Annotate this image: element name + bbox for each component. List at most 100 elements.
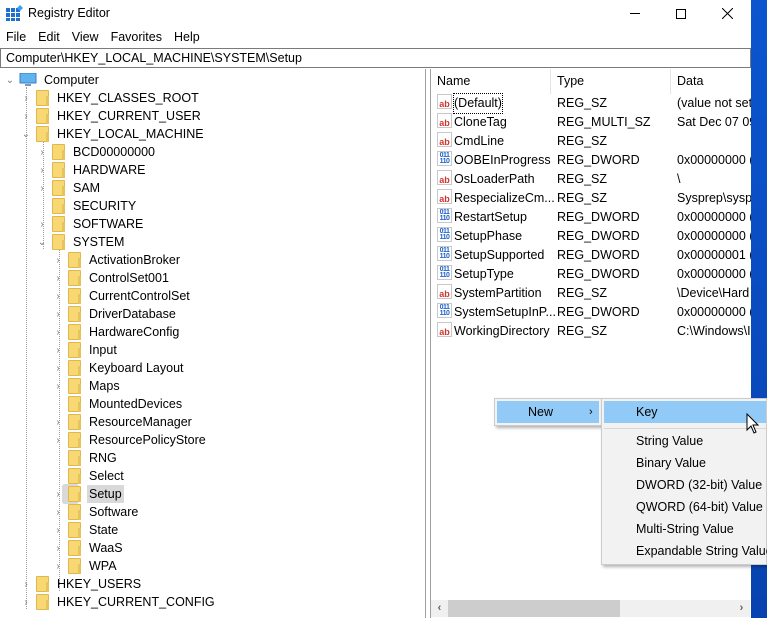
chevron-right-icon[interactable]: ›: [52, 413, 64, 431]
tree-item-maps[interactable]: › Maps: [52, 377, 122, 395]
chevron-right-icon[interactable]: ›: [20, 107, 32, 125]
chevron-right-icon[interactable]: ›: [52, 503, 64, 521]
folder-icon: [68, 360, 81, 376]
value-row[interactable]: 011 110 SystemSetupInP... REG_DWORD 0x000000…: [431, 303, 751, 322]
tree-item-hkey-users[interactable]: › HKEY_USERS: [20, 575, 143, 593]
address-bar[interactable]: Computer\HKEY_LOCAL_MACHINE\SYSTEM\Setup: [0, 48, 751, 68]
tree-item-hkey-classes-root[interactable]: › HKEY_CLASSES_ROOT: [20, 89, 201, 107]
menu-item-new[interactable]: New ›: [497, 401, 599, 423]
tree-item-mounteddevices[interactable]: MountedDevices: [52, 395, 184, 413]
scrollbar-thumb[interactable]: [448, 600, 620, 617]
tree-item-resourcemanager[interactable]: › ResourceManager: [52, 413, 194, 431]
chevron-right-icon[interactable]: ›: [36, 161, 48, 179]
tree-item-rng[interactable]: RNG: [52, 449, 119, 467]
submenu-item-multi-string-value[interactable]: Multi-String Value: [604, 518, 766, 540]
menu-file[interactable]: File: [0, 27, 32, 48]
tree-item-state[interactable]: › State: [52, 521, 120, 539]
tree-label: Select: [89, 469, 124, 483]
tree-item-waas[interactable]: › WaaS: [52, 539, 125, 557]
value-row[interactable]: ab (Default) REG_SZ (value not set): [431, 93, 751, 114]
column-header-type[interactable]: Type: [551, 69, 671, 94]
tree-item-software[interactable]: › SOFTWARE: [36, 215, 145, 233]
value-row[interactable]: 011110SetupPhase REG_DWORD 0x00000000 (0: [431, 227, 751, 246]
tree-item-sam[interactable]: › SAM: [36, 179, 102, 197]
close-button[interactable]: [704, 0, 750, 27]
chevron-right-icon[interactable]: ›: [52, 305, 64, 323]
horizontal-scrollbar[interactable]: ‹ ›: [431, 600, 750, 617]
tree-item-system[interactable]: ⌄ SYSTEM: [36, 233, 126, 251]
chevron-right-icon[interactable]: ›: [20, 575, 32, 593]
maximize-button[interactable]: [658, 0, 704, 27]
submenu-item-key[interactable]: Key: [604, 401, 766, 423]
chevron-right-icon[interactable]: ›: [52, 431, 64, 449]
tree-item-hkey-local-machine[interactable]: ⌄ HKEY_LOCAL_MACHINE: [20, 125, 206, 143]
tree-item-driverdatabase[interactable]: › DriverDatabase: [52, 305, 178, 323]
binary-value-icon: 011 110: [437, 151, 452, 166]
tree-item-activationbroker[interactable]: › ActivationBroker: [52, 251, 182, 269]
tree-label: WPA: [89, 559, 117, 573]
chevron-down-icon[interactable]: ⌄: [4, 71, 16, 89]
menu-view[interactable]: View: [66, 27, 105, 48]
value-row[interactable]: ab SystemPartition REG_SZ \Device\Hard: [431, 284, 751, 303]
chevron-right-icon[interactable]: ›: [36, 143, 48, 161]
menu-help[interactable]: Help: [168, 27, 206, 48]
column-header-name[interactable]: Name: [431, 69, 551, 94]
tree-item-setup[interactable]: › Setup: [52, 485, 124, 503]
tree-item-currentcontrolset[interactable]: › CurrentControlSet: [52, 287, 192, 305]
tree-item-input[interactable]: › Input: [52, 341, 119, 359]
submenu-item-expandable-string-value[interactable]: Expandable String Value: [604, 540, 767, 562]
chevron-right-icon[interactable]: ›: [52, 359, 64, 377]
value-row[interactable]: abCloneTag REG_MULTI_SZ Sat Dec 07 09:: [431, 113, 751, 132]
submenu-item-binary-value[interactable]: Binary Value: [604, 452, 766, 474]
chevron-right-icon[interactable]: ›: [52, 539, 64, 557]
menu-edit[interactable]: Edit: [32, 27, 66, 48]
chevron-down-icon[interactable]: ⌄: [20, 125, 32, 143]
submenu-item-string-value[interactable]: String Value: [604, 430, 766, 452]
tree-item-hkey-current-user[interactable]: › HKEY_CURRENT_USER: [20, 107, 203, 125]
chevron-right-icon[interactable]: ›: [52, 485, 64, 503]
tree-item-resourcepolicystore[interactable]: › ResourcePolicyStore: [52, 431, 208, 449]
value-row[interactable]: ab CmdLine REG_SZ: [431, 132, 751, 151]
value-name: SetupType: [454, 267, 514, 281]
value-row[interactable]: 011 110 SetupSupported REG_DWORD 0x00000001 …: [431, 246, 751, 265]
value-row[interactable]: ab WorkingDirectory REG_SZ C:\Windows\I: [431, 322, 751, 341]
chevron-right-icon[interactable]: ›: [52, 251, 64, 269]
chevron-right-icon[interactable]: ›: [52, 287, 64, 305]
chevron-right-icon[interactable]: ›: [52, 341, 64, 359]
chevron-right-icon[interactable]: ›: [20, 89, 32, 107]
chevron-down-icon[interactable]: ⌄: [36, 233, 48, 251]
tree-item-hardware[interactable]: › HARDWARE: [36, 161, 147, 179]
chevron-right-icon[interactable]: ›: [52, 557, 64, 575]
tree-item-controlset001[interactable]: › ControlSet001: [52, 269, 171, 287]
tree-item-wpa[interactable]: › WPA: [52, 557, 119, 575]
tree-item-keyboard-layout[interactable]: › Keyboard Layout: [52, 359, 186, 377]
scroll-left-icon[interactable]: ‹: [431, 600, 448, 617]
chevron-right-icon[interactable]: ›: [52, 377, 64, 395]
chevron-right-icon[interactable]: ›: [20, 593, 32, 611]
chevron-right-icon[interactable]: ›: [36, 179, 48, 197]
tree-item-select[interactable]: Select: [52, 467, 126, 485]
value-row[interactable]: ab OsLoaderPath REG_SZ \: [431, 170, 751, 189]
tree-label: ResourcePolicyStore: [89, 433, 206, 447]
chevron-right-icon[interactable]: ›: [52, 521, 64, 539]
folder-icon: [68, 306, 81, 322]
value-row[interactable]: 011 110 OOBEInProgress REG_DWORD 0x00000000 …: [431, 151, 751, 170]
chevron-right-icon[interactable]: ›: [52, 323, 64, 341]
value-row[interactable]: 011110SetupType REG_DWORD 0x00000000 (0: [431, 265, 751, 284]
tree-item-software-sub[interactable]: › Software: [52, 503, 140, 521]
scroll-right-icon[interactable]: ›: [733, 600, 750, 617]
tree-item-hkey-current-config[interactable]: › HKEY_CURRENT_CONFIG: [20, 593, 217, 611]
tree-item-computer[interactable]: ⌄ Computer: [4, 71, 101, 89]
submenu-item-dword-value[interactable]: DWORD (32-bit) Value: [604, 474, 766, 496]
tree-item-hardwareconfig[interactable]: › HardwareConfig: [52, 323, 181, 341]
tree-item-bcd00000000[interactable]: › BCD00000000: [36, 143, 157, 161]
value-row[interactable]: ab RespecializeCm... REG_SZ Sysprep\syspr: [431, 189, 751, 208]
tree-item-security[interactable]: SECURITY: [36, 197, 138, 215]
column-header-data[interactable]: Data: [671, 69, 751, 94]
chevron-right-icon[interactable]: ›: [36, 215, 48, 233]
submenu-item-qword-value[interactable]: QWORD (64-bit) Value: [604, 496, 766, 518]
menu-favorites[interactable]: Favorites: [105, 27, 168, 48]
chevron-right-icon[interactable]: ›: [52, 269, 64, 287]
minimize-button[interactable]: [612, 0, 658, 27]
value-row[interactable]: 011110RestartSetup REG_DWORD 0x00000000 (0: [431, 208, 751, 227]
